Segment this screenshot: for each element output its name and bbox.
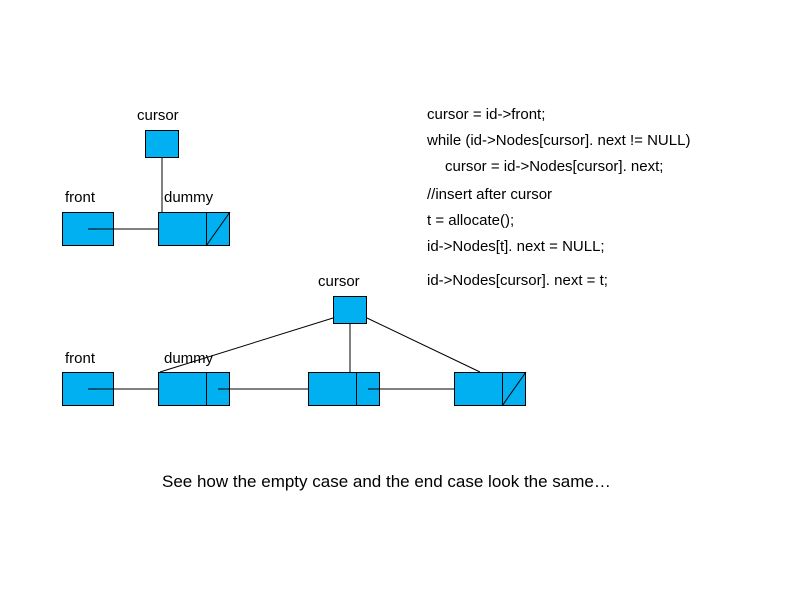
node-last — [454, 372, 506, 406]
node-cursor-small-1 — [145, 130, 179, 158]
node-cursor-small-2 — [333, 296, 367, 324]
code-line-3: cursor = id->Nodes[cursor]. next; — [445, 158, 663, 175]
code-line-2: while (id->Nodes[cursor]. next != NULL) — [427, 132, 690, 149]
code-line-6: id->Nodes[t]. next = NULL; — [427, 238, 605, 255]
label-front-1: front — [65, 189, 95, 206]
label-cursor-top: cursor — [137, 107, 179, 124]
footer-text: See how the empty case and the end case … — [162, 472, 611, 492]
label-front-2: front — [65, 350, 95, 367]
diagram-stage: cursor front dummy cursor front dummy cu… — [0, 0, 794, 595]
code-line-4: //insert after cursor — [427, 186, 552, 203]
code-line-7: id->Nodes[cursor]. next = t; — [427, 272, 608, 289]
code-line-1: cursor = id->front; — [427, 106, 545, 123]
node-front-1 — [62, 212, 114, 246]
node-mid-next — [356, 372, 380, 406]
label-cursor-mid: cursor — [318, 273, 360, 290]
code-line-5: t = allocate(); — [427, 212, 514, 229]
label-dummy-2: dummy — [164, 350, 213, 367]
node-dummy-2 — [158, 372, 210, 406]
label-dummy-1: dummy — [164, 189, 213, 206]
node-mid — [308, 372, 360, 406]
node-front-2 — [62, 372, 114, 406]
connectors — [0, 0, 794, 595]
node-last-next — [502, 372, 526, 406]
node-dummy-2-next — [206, 372, 230, 406]
node-dummy-1-next — [206, 212, 230, 246]
